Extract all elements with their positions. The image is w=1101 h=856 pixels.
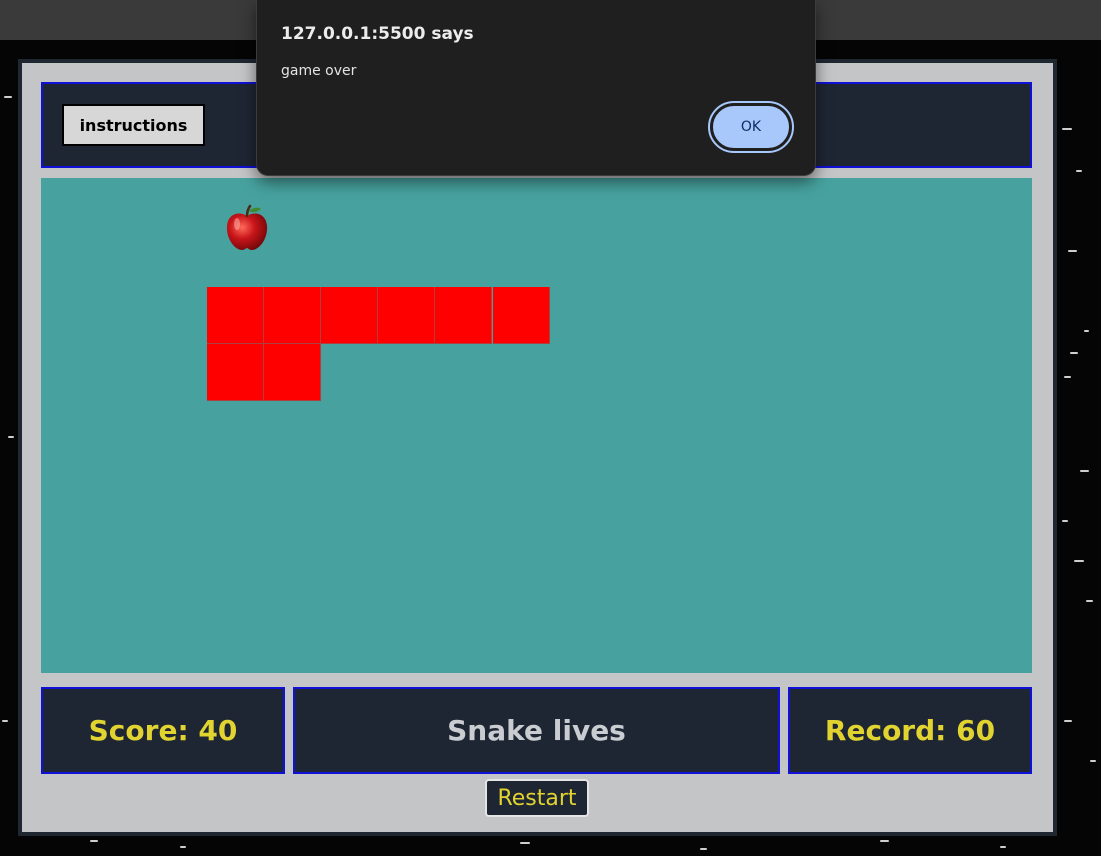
snake-segment xyxy=(321,287,378,344)
record-panel: Record: 60 xyxy=(788,687,1032,774)
alert-title: 127.0.0.1:5500 says xyxy=(281,24,474,44)
game-board[interactable] xyxy=(41,178,1032,673)
snake-segment xyxy=(378,287,435,344)
snake-head xyxy=(493,287,550,344)
alert-ok-button[interactable]: OK xyxy=(708,101,794,153)
snake-segment xyxy=(264,287,321,344)
score-label: Score: 40 xyxy=(88,714,238,747)
instructions-button[interactable]: instructions xyxy=(62,104,205,146)
alert-message: game over xyxy=(281,63,357,79)
snake-segment xyxy=(264,344,321,401)
apple-icon xyxy=(226,204,268,250)
snake-segment xyxy=(435,287,492,344)
snake-segment xyxy=(207,344,264,401)
alert-dialog: 127.0.0.1:5500 says game over OK xyxy=(256,0,816,176)
restart-button[interactable]: Restart xyxy=(485,779,589,817)
status-label: Snake lives xyxy=(447,714,626,747)
record-label: Record: 60 xyxy=(824,714,996,747)
score-panel: Score: 40 xyxy=(41,687,285,774)
snake-segment xyxy=(207,287,264,344)
status-panel: Snake lives xyxy=(293,687,780,774)
